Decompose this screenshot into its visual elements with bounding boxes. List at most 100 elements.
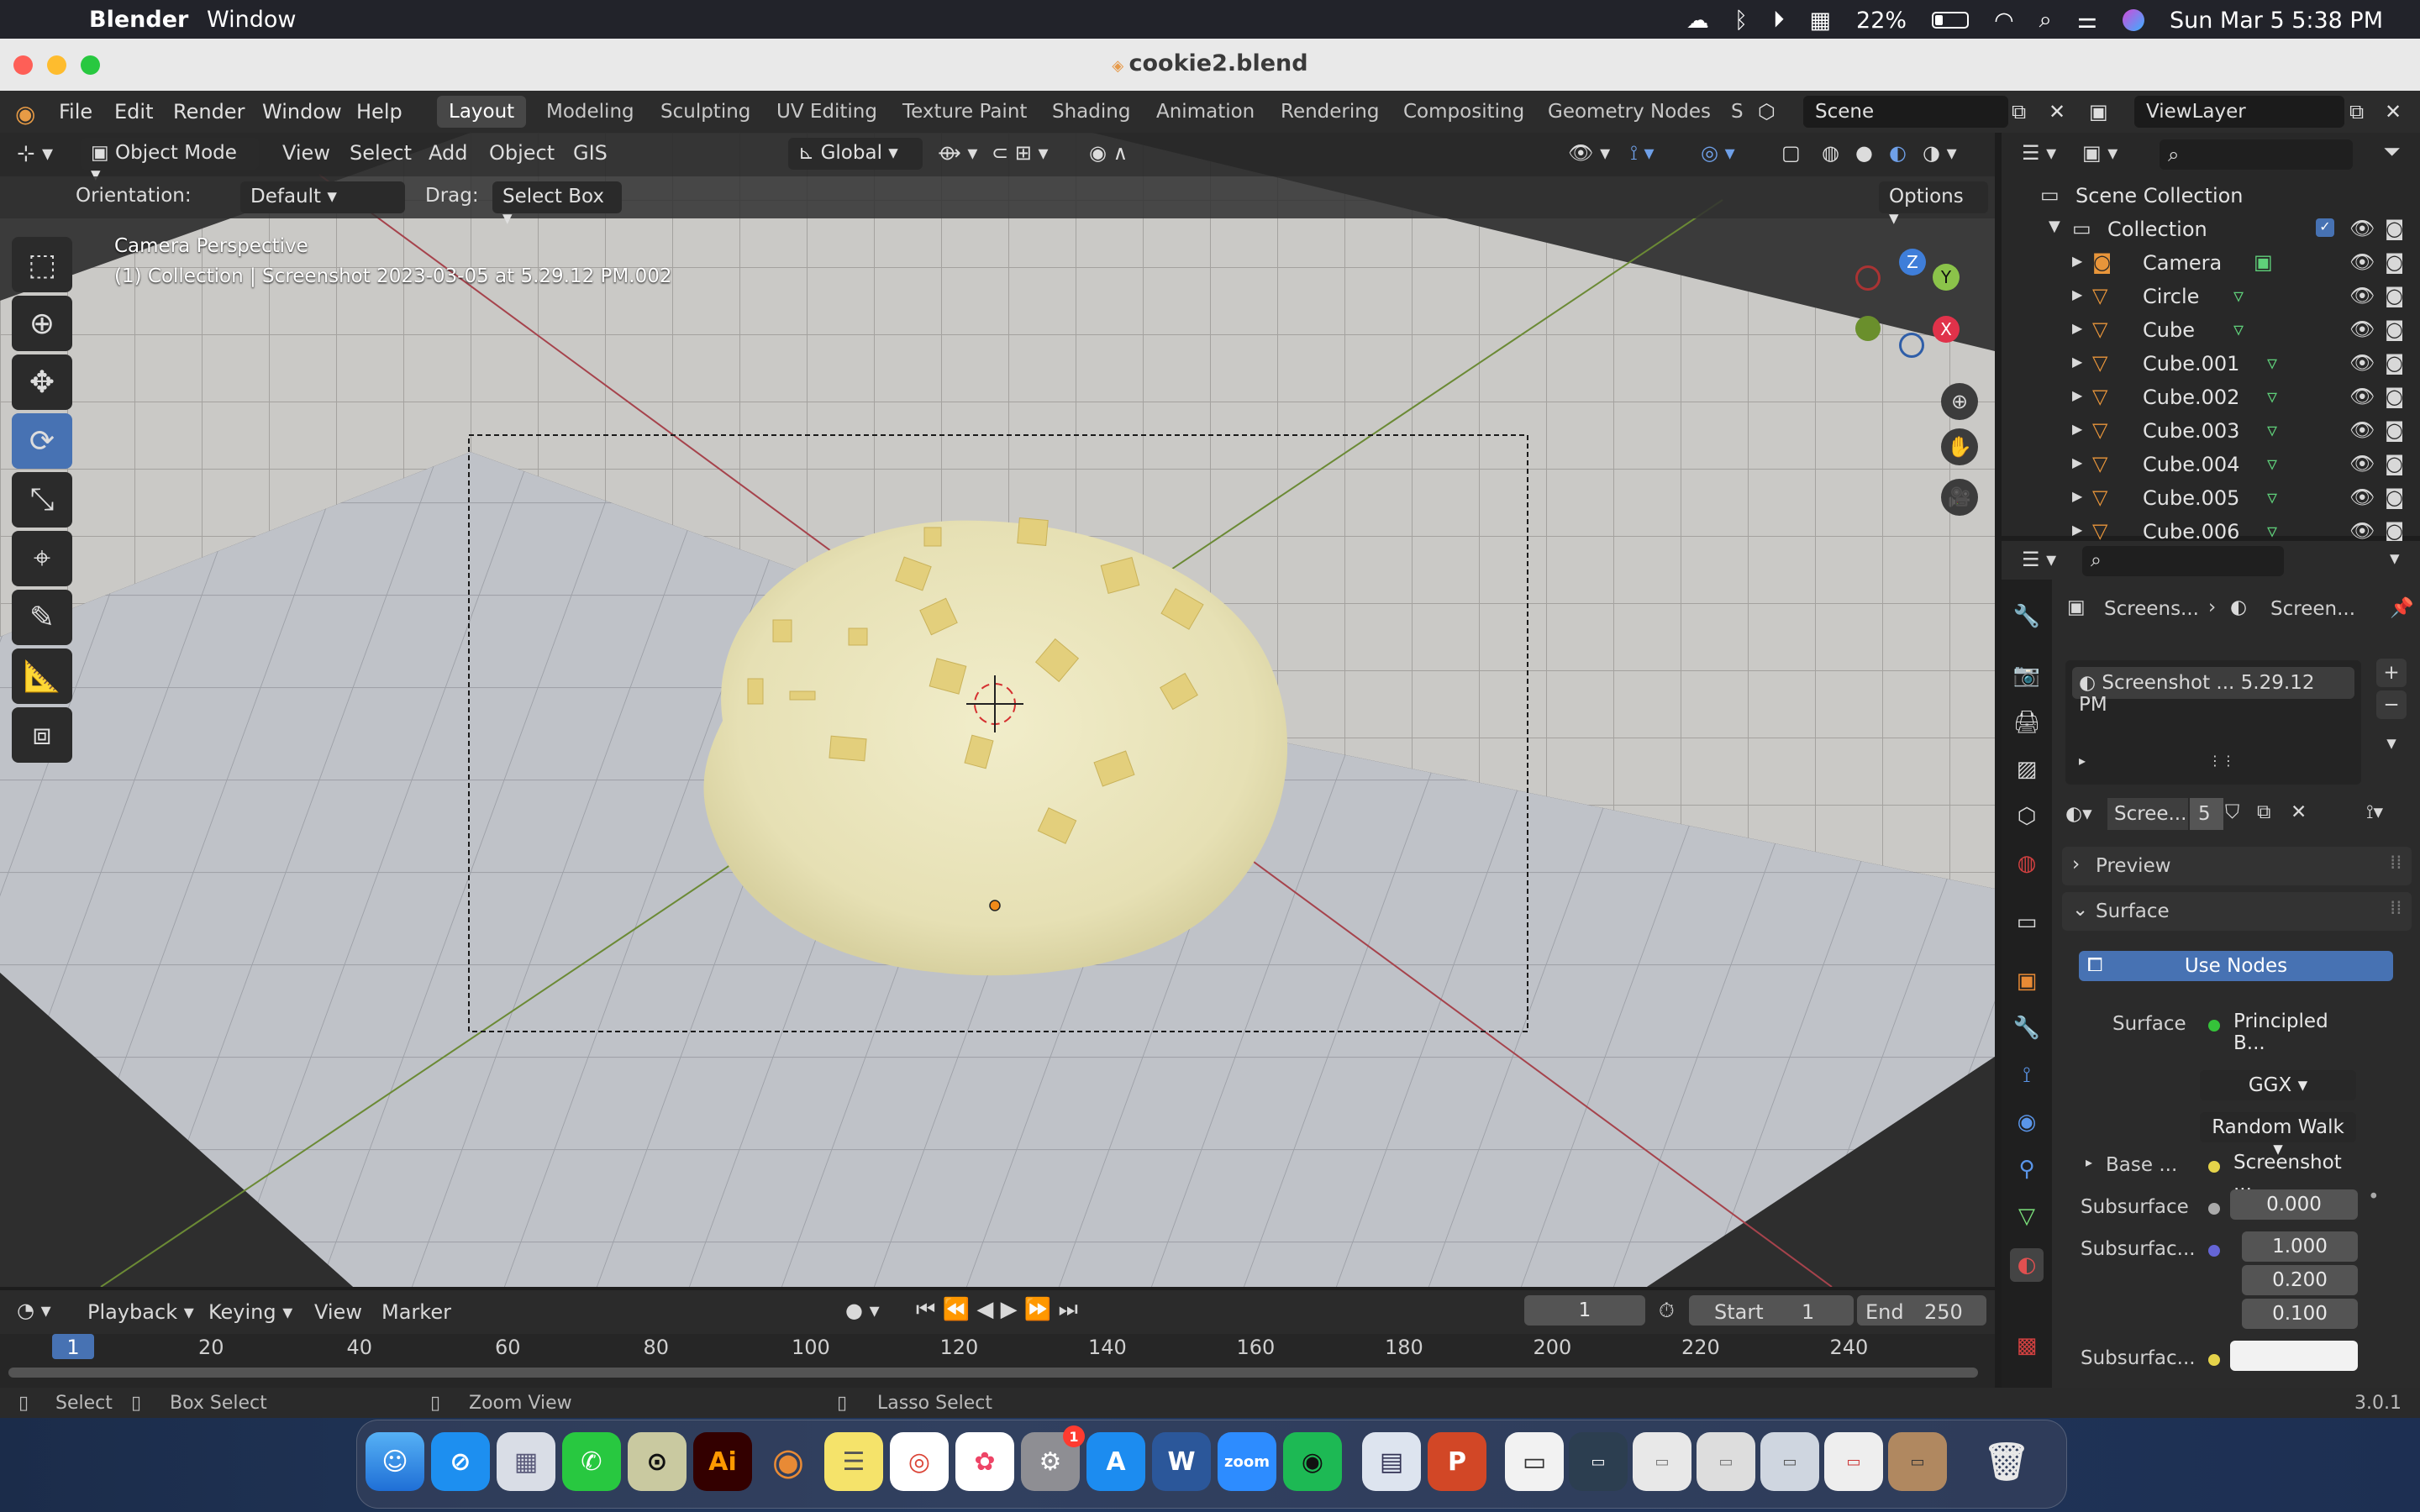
collapse-icon[interactable]: ▼ (2049, 218, 2060, 235)
expand-icon[interactable]: ▶ (2072, 253, 2082, 269)
properties-search-input[interactable]: ⌕ (2082, 546, 2284, 576)
browse-material-icon[interactable]: ◐▾ (2065, 803, 2092, 825)
mesh-data-icon[interactable]: ▿ (2267, 452, 2277, 475)
mesh-data-icon[interactable]: ▿ (2267, 351, 2277, 375)
delete-scene-icon[interactable]: ✕ (2049, 100, 2065, 123)
whatsapp-icon[interactable]: ✆ (562, 1432, 621, 1491)
tool-tab-icon[interactable]: 🔧 (2010, 600, 2044, 633)
camera-view-icon[interactable]: 🎥 (1941, 479, 1978, 516)
render-camera-icon[interactable]: ◙ (2385, 486, 2404, 509)
navigation-gizmo[interactable]: Z Y X (1855, 249, 1973, 366)
siri-icon[interactable] (2122, 9, 2144, 31)
filter-icon[interactable]: ⏷ (2383, 139, 2401, 165)
launchpad-icon[interactable]: ▦ (497, 1432, 555, 1491)
word-icon[interactable]: W (1152, 1432, 1211, 1491)
clock[interactable]: Sun Mar 5 5:38 PM (2170, 8, 2383, 34)
prev-keyframe-icon[interactable]: ⏪ (943, 1297, 970, 1322)
visibility-eye-icon[interactable]: 👁 (2349, 284, 2375, 307)
playback-menu[interactable]: Playback ▾ (87, 1300, 194, 1324)
delete-view-layer-icon[interactable]: ✕ (2385, 100, 2402, 123)
snap-icon[interactable]: ⊂ ⊞ ▾ (992, 141, 1049, 165)
subsurface-method-dropdown[interactable]: Random Walk ▾ (2200, 1112, 2356, 1160)
node-link-icon[interactable]: ⟟▾ (2366, 801, 2383, 823)
cursor-tool[interactable]: ⊕ (12, 296, 72, 351)
visibility-eye-icon[interactable]: 👁 (2349, 452, 2375, 475)
pan-hand-icon[interactable]: ✋ (1941, 428, 1978, 465)
view-layer-tab-icon[interactable]: ▨ (2010, 753, 2044, 786)
3d-viewport[interactable] (0, 133, 1995, 1287)
overlay-toggle-icon[interactable]: ◎ ▾ (1701, 141, 1735, 165)
visibility-eye-icon[interactable]: 👁 (2349, 486, 2375, 509)
properties-options-icon[interactable]: ▾ (2390, 548, 2400, 570)
new-scene-icon[interactable]: ⧉ (2012, 100, 2026, 123)
drag-handle-icon[interactable]: ⁞⁞ (2390, 897, 2402, 919)
outliner-item[interactable]: ▶ ▽ Cube.004 ▿ 👁 ◙ (2002, 447, 2420, 480)
render-camera-icon[interactable]: ◙ (2385, 452, 2404, 475)
menu-help[interactable]: Help (356, 100, 402, 123)
expand-icon[interactable]: ▶ (2072, 387, 2082, 403)
gizmo-z[interactable]: Z (1899, 249, 1926, 276)
slot-specials-icon[interactable]: ▾ (2376, 729, 2407, 758)
expand-icon[interactable]: ▶ (2072, 522, 2082, 538)
search-icon[interactable]: ⌕ (2039, 7, 2052, 34)
system-preferences-icon[interactable]: ⚙ 1 (1021, 1425, 1085, 1491)
outliner-item[interactable]: ▶ ▽ Cube.001 ▿ 👁 ◙ (2002, 346, 2420, 380)
shading-rendered-icon[interactable]: ◑ ▾ (1923, 141, 1957, 165)
world-tab-icon[interactable]: ◍ (2010, 847, 2044, 880)
battery-icon[interactable] (1932, 12, 1970, 29)
render-camera-icon[interactable]: ◙ (2385, 418, 2404, 442)
particles-tab-icon[interactable]: ⟟ (2010, 1058, 2044, 1092)
fake-user-icon[interactable]: ⛉ (2225, 801, 2239, 823)
duplicate-material-icon[interactable]: ⧉ (2257, 801, 2270, 823)
display-mode-icon[interactable]: ▣ ▾ (2082, 141, 2118, 165)
calendar-icon[interactable]: ▦ (1810, 8, 1832, 34)
timeline-scrollbar[interactable] (8, 1368, 1978, 1378)
user-count[interactable]: 5 (2190, 798, 2223, 830)
pivot-icon[interactable]: ⟴ ▾ (938, 141, 977, 165)
vp-menu-object[interactable]: Object (489, 141, 555, 165)
gizmo-toggle-icon[interactable]: ⟟ ▾ (1630, 141, 1655, 165)
tab-shading[interactable]: Shading (1040, 96, 1142, 128)
physics-tab-icon[interactable]: ◉ (2010, 1105, 2044, 1139)
shading-wireframe-icon[interactable]: ◍ (1822, 141, 1839, 165)
outliner-editor-icon[interactable]: ☰ ▾ (2022, 141, 2056, 165)
tab-compositing[interactable]: Compositing (1392, 96, 1536, 128)
breadcrumb-material[interactable]: Screen... (2270, 598, 2355, 620)
preview-icon[interactable]: ▤ (1362, 1432, 1421, 1491)
rotate-tool[interactable]: ⟳ (12, 413, 72, 469)
tab-sculpting[interactable]: Sculpting (649, 96, 762, 128)
visibility-eye-icon[interactable]: 👁 (2349, 217, 2375, 240)
transform-orientation-dropdown[interactable]: ⊾ Global ▾ (788, 138, 923, 170)
bluetooth-icon[interactable]: ᛒ (1734, 8, 1748, 34)
outliner-collection[interactable]: ▼ ▭ Collection ✓ 👁 ◙ (2002, 212, 2420, 245)
control-center-icon[interactable]: ⚌ (2077, 8, 2097, 34)
use-nodes-button[interactable]: ⧠ Use Nodes (2079, 951, 2393, 981)
spotify-icon[interactable]: ◉ (1283, 1432, 1342, 1491)
surface-shader-field[interactable]: Principled B... (2200, 1006, 2356, 1054)
add-cube-tool[interactable]: ⧈ (12, 707, 72, 763)
recent-item-5[interactable]: ▭ (1824, 1432, 1883, 1491)
recent-item-1[interactable]: ▭ (1569, 1432, 1628, 1491)
gizmo-y[interactable]: Y (1933, 264, 1960, 291)
view-layer-field[interactable]: ViewLayer (2134, 96, 2344, 128)
render-camera-icon[interactable]: ◙ (2385, 284, 2404, 307)
material-name-field[interactable]: Scree... (2107, 798, 2188, 830)
mesh-data-icon[interactable]: ▿ (2267, 385, 2277, 408)
visibility-eye-icon[interactable]: 👁 (2349, 250, 2375, 274)
menu-window[interactable]: Window (262, 100, 342, 123)
add-slot-button[interactable]: + (2376, 659, 2407, 687)
outliner-item[interactable]: ▶ ▽ Circle ▿ 👁 ◙ (2002, 279, 2420, 312)
keyframe-dots[interactable]: • (2368, 1186, 2380, 1208)
remove-slot-button[interactable]: − (2376, 690, 2407, 719)
object-tab-icon[interactable]: ▣ (2010, 964, 2044, 998)
material-slot[interactable]: ◐ Screenshot ... 5.29.12 PM (2072, 667, 2354, 716)
mesh-data-icon[interactable]: ▿ (2233, 318, 2244, 341)
surface-section-header[interactable]: ⌄ Surface ⁞⁞ (2062, 892, 2412, 931)
material-tab-icon[interactable]: ◐ (2010, 1248, 2044, 1282)
end-frame-field[interactable]: End 250 (1857, 1295, 1986, 1326)
jump-end-icon[interactable]: ⏭ (1058, 1297, 1077, 1322)
resize-handle[interactable]: ⋮⋮ (2208, 753, 2235, 769)
tab-modeling[interactable]: Modeling (534, 96, 646, 128)
recent-item-3[interactable]: ▭ (1697, 1432, 1755, 1491)
mesh-data-icon[interactable]: ▿ (2267, 519, 2277, 543)
